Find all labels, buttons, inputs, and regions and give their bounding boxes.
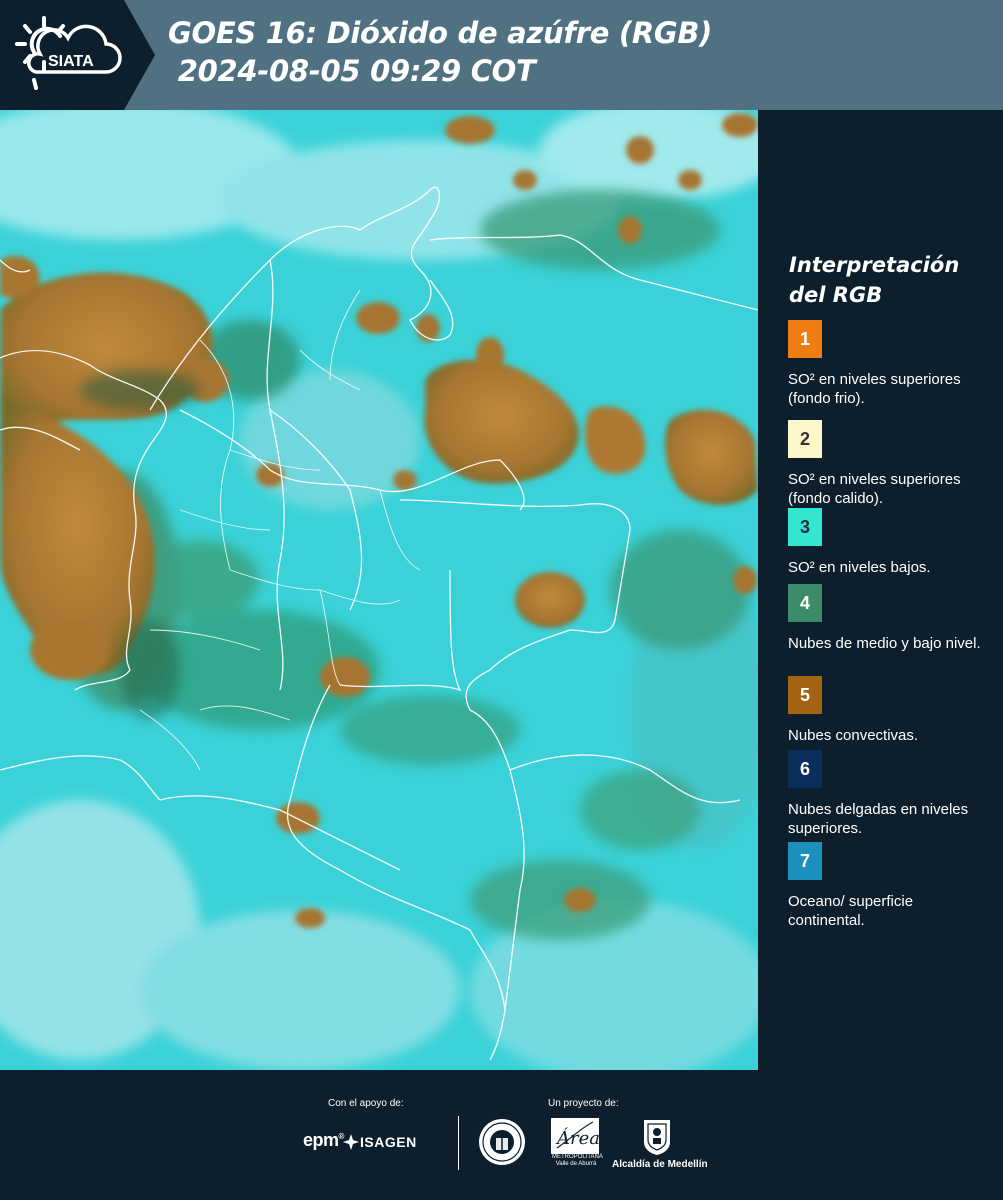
legend-swatch-5: 5 bbox=[788, 676, 822, 714]
satellite-map bbox=[0, 110, 758, 1070]
legend-item-6: 6 Nubes delgadas en niveles superiores. bbox=[788, 750, 993, 838]
legend-item-2: 2 SO² en niveles superiores (fondo calid… bbox=[788, 420, 993, 508]
sponsors-footer: Con el apoyo de: Un proyecto de: epm® IS… bbox=[0, 1070, 1003, 1200]
legend-text-2: SO² en niveles superiores (fondo calido)… bbox=[788, 471, 961, 507]
page-title: GOES 16: Dióxido de azúfre (RGB) 2024-08… bbox=[168, 16, 713, 88]
area-metropolitana-logo-icon: Área bbox=[551, 1118, 599, 1154]
epm-logo: epm® bbox=[303, 1130, 344, 1150]
footer-divider bbox=[458, 1116, 459, 1170]
legend-title: Interpretación del RGB bbox=[789, 253, 960, 307]
support-caption: Con el apoyo de: bbox=[328, 1098, 404, 1109]
metropolitana-text: METROPOLITANA Valle de Aburrá bbox=[552, 1154, 603, 1167]
legend-item-3: 3 SO² en niveles bajos. bbox=[788, 508, 993, 577]
legend-item-5: 5 Nubes convectivas. bbox=[788, 676, 993, 745]
legend-swatch-6: 6 bbox=[788, 750, 822, 788]
legend-item-1: 1 SO² en niveles superiores (fondo frio)… bbox=[788, 320, 993, 408]
header-bar: SIATA GOES 16: Dióxido de azúfre (RGB) 2… bbox=[0, 0, 1003, 110]
isagen-star-icon bbox=[343, 1134, 359, 1150]
alcaldia-shield-icon bbox=[644, 1120, 670, 1155]
siata-logo: SIATA bbox=[0, 0, 155, 110]
sun-cloud-logo-icon: SIATA bbox=[15, 16, 122, 90]
legend-text-7: Oceano/ superficie continental. bbox=[788, 893, 914, 929]
svg-text:SIATA: SIATA bbox=[48, 53, 94, 70]
legend-text-3: SO² en niveles bajos. bbox=[788, 559, 931, 576]
legend-item-7: 7 Oceano/ superficie continental. bbox=[788, 842, 993, 930]
rgb-composite-image bbox=[0, 110, 758, 1070]
isagen-logo: ISAGEN bbox=[360, 1134, 417, 1150]
epm-text: epm bbox=[303, 1130, 339, 1150]
legend-swatch-2: 2 bbox=[788, 420, 822, 458]
legend-text-4: Nubes de medio y bajo nivel. bbox=[788, 635, 981, 652]
legend-panel: Interpretación del RGB 1 SO² en niveles … bbox=[758, 110, 1003, 1070]
svg-text:Área: Área bbox=[555, 1126, 599, 1149]
legend-swatch-3: 3 bbox=[788, 508, 822, 546]
legend-item-4: 4 Nubes de medio y bajo nivel. bbox=[788, 584, 993, 653]
alcaldia-text: Alcaldía de Medellín bbox=[612, 1159, 708, 1170]
legend-swatch-4: 4 bbox=[788, 584, 822, 622]
medellin-seal-icon bbox=[479, 1119, 525, 1165]
project-caption: Un proyecto de: bbox=[548, 1098, 619, 1109]
legend-swatch-1: 1 bbox=[788, 320, 822, 358]
legend-text-6: Nubes delgadas en niveles superiores. bbox=[788, 801, 969, 837]
legend-swatch-7: 7 bbox=[788, 842, 822, 880]
legend-text-5: Nubes convectivas. bbox=[788, 727, 919, 744]
legend-text-1: SO² en niveles superiores (fondo frio). bbox=[788, 371, 961, 407]
